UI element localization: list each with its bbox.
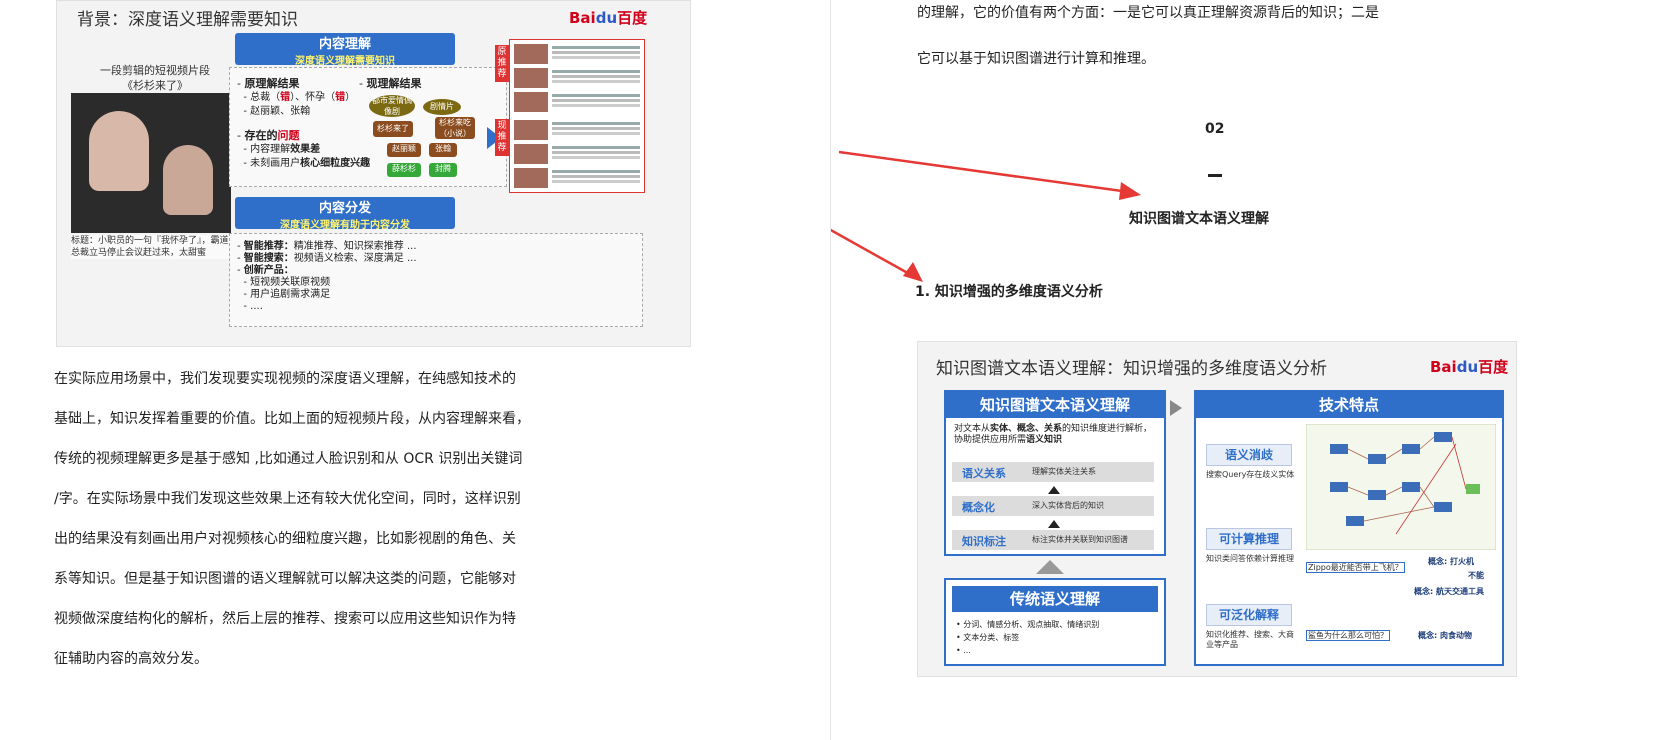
video-thumbnail xyxy=(71,93,231,233)
feature-desc: 知识化推荐、搜索、大商业等产品 xyxy=(1206,630,1294,649)
red-arrow-line xyxy=(831,228,914,278)
layer-concept: 概念化 深入实体背后的知识 xyxy=(952,496,1154,516)
paragraph-line: 出的结果没有刻画出用户对视频核心的细粒度兴趣，比如影视剧的角色、关 xyxy=(54,531,516,547)
video-label: 一段剪辑的短视频片段 《杉杉来了》 xyxy=(100,64,210,92)
feature-explanation: 可泛化解释 xyxy=(1206,604,1292,626)
traditional-panel: 传统语义理解 • 分词、情感分析、观点抽取、情绪识别 • 文本分类、标签 • .… xyxy=(944,578,1166,666)
paragraph-line: 视频做深度结构化的解析，然后上层的推荐、搜索可以应用这些知识作为特 xyxy=(54,611,516,627)
node-actress: 赵丽颖 xyxy=(387,143,421,157)
panel-title: 知识图谱文本语义理解 xyxy=(946,392,1164,418)
node-role-a: 薛杉杉 xyxy=(387,163,421,177)
recommend-list xyxy=(509,39,645,193)
feature-reasoning: 可计算推理 xyxy=(1206,528,1292,550)
arrow-right-icon xyxy=(1170,400,1182,416)
red-arrows xyxy=(831,150,1141,282)
slide-title: 知识图谱文本语义理解：知识增强的多维度语义分析 xyxy=(936,359,1327,379)
red-arrow-head xyxy=(903,262,923,282)
video-caption: 标题：小职员的一句『我怀孕了』，霸道总裁立马停止会议赶过来，太甜蜜 xyxy=(71,235,231,259)
slide-background-knowledge: 背景：深度语义理解需要知识 Baidu百度 一段剪辑的短视频片段 《杉杉来了》 … xyxy=(56,0,691,347)
feature-desc: 知识类问答依赖计算推理 xyxy=(1206,554,1294,563)
example-concept: 概念: 肉食动物 xyxy=(1418,631,1472,640)
up-arrow-icon xyxy=(1048,520,1060,528)
distribution-list: - 智能推荐：精准推荐、知识探索推荐 ... - 智能搜索：视频语义检索、深度满… xyxy=(237,241,417,312)
up-arrow-icon xyxy=(1048,486,1060,494)
paragraph-line: 在实际应用场景中，我们发现要实现视频的深度语义理解，在纯感知技术的 xyxy=(54,371,516,387)
semantic-panel: 知识图谱文本语义理解 对文本从实体、概念、关系的知识维度进行解析，协助提供应用所… xyxy=(944,390,1166,556)
baidu-logo: Baidu百度 xyxy=(569,9,648,27)
paw-icon: du xyxy=(1456,358,1479,376)
example-query-2: 鲨鱼为什么那么可怕？ xyxy=(1306,630,1390,641)
knowledge-graph-diagram xyxy=(1306,424,1496,550)
content-distribution-header: 内容分发 深度语义理解有助于内容分发 xyxy=(235,197,455,231)
slide-knowledge-semantic: 知识图谱文本语义理解：知识增强的多维度语义分析 Baidu百度 知识图谱文本语义… xyxy=(917,341,1517,677)
up-arrow-icon xyxy=(1036,560,1064,574)
principle-block: - 原理解结果 - 总裁（错）、怀孕（错） - 赵丽颖、张翰 - 存在的问题 -… xyxy=(237,77,371,169)
right-page: 的理解，它的价值有两个方面：一是它可以真正理解资源背后的知识；二是 它可以基于知… xyxy=(831,0,1660,740)
left-page: 背景：深度语义理解需要知识 Baidu百度 一段剪辑的短视频片段 《杉杉来了》 … xyxy=(0,0,830,740)
node-actor: 张翰 xyxy=(429,143,457,157)
node-drama: 剧情片 xyxy=(423,99,461,115)
panel-title: 技术特点 xyxy=(1196,392,1502,418)
paw-icon: du xyxy=(595,9,618,27)
layer-annotation: 知识标注 标注实体并关联到知识图谱 xyxy=(952,530,1154,550)
example-answer: 不能 xyxy=(1468,571,1484,580)
feature-desc: 搜索Query存在歧义实体 xyxy=(1206,470,1295,479)
current-heading: - 现理解结果 xyxy=(359,77,422,90)
traditional-list: • 分词、情感分析、观点抽取、情绪识别 • 文本分类、标签 • ... xyxy=(956,620,1100,655)
layer-relation: 语义关系 理解实体关注关系 xyxy=(952,462,1154,482)
baidu-logo: Baidu百度 xyxy=(1430,358,1509,376)
red-arrow-head xyxy=(1119,182,1141,200)
content-understanding-header: 内容理解 深度语义理解需要知识 xyxy=(235,33,455,67)
tag-new-recommend: 现推荐 xyxy=(495,119,509,156)
example-concept: 概念: 打火机 xyxy=(1428,557,1474,566)
node-novel: 杉杉来吃（小说） xyxy=(435,117,475,139)
tag-old-recommend: 原推荐 xyxy=(495,45,509,82)
node-show: 杉杉来了 xyxy=(373,121,413,137)
slide-title: 背景：深度语义理解需要知识 xyxy=(77,10,298,30)
paragraph-line: 征辅助内容的高效分发。 xyxy=(54,651,208,667)
panel-description: 对文本从实体、概念、关系的知识维度进行解析，协助提供应用所需语义知识 xyxy=(954,424,1153,445)
example-concept: 概念: 航天交通工具 xyxy=(1414,587,1484,596)
features-panel: 技术特点 语义消歧 搜索Query存在歧义实体 可计算推理 知识类问答依赖计算推… xyxy=(1194,390,1504,666)
paragraph-line: 基础上，知识发挥着重要的价值。比如上面的短视频片段，从内容理解来看， xyxy=(54,411,530,427)
example-query-1: Zippo最近能否带上飞机？ xyxy=(1306,562,1405,573)
node-genre: 都市爱情偶像剧 xyxy=(369,95,415,117)
paragraph-line: 系等知识。但是基于知识图谱的语义理解就可以解决这类的问题，它能够对 xyxy=(54,571,516,587)
panel-title: 传统语义理解 xyxy=(952,586,1158,612)
paragraph-line: /字。在实际场景中我们发现这些效果上还有较大优化空间，同时，这样识别 xyxy=(54,491,521,507)
paragraph-line: 传统的视频理解更多是基于感知 ,比如通过人脸识别和从 OCR 识别出关键词 xyxy=(54,451,523,467)
node-role-b: 封腾 xyxy=(429,163,457,177)
red-arrow-line xyxy=(838,150,1130,194)
feature-disambiguation: 语义消歧 xyxy=(1206,444,1292,466)
